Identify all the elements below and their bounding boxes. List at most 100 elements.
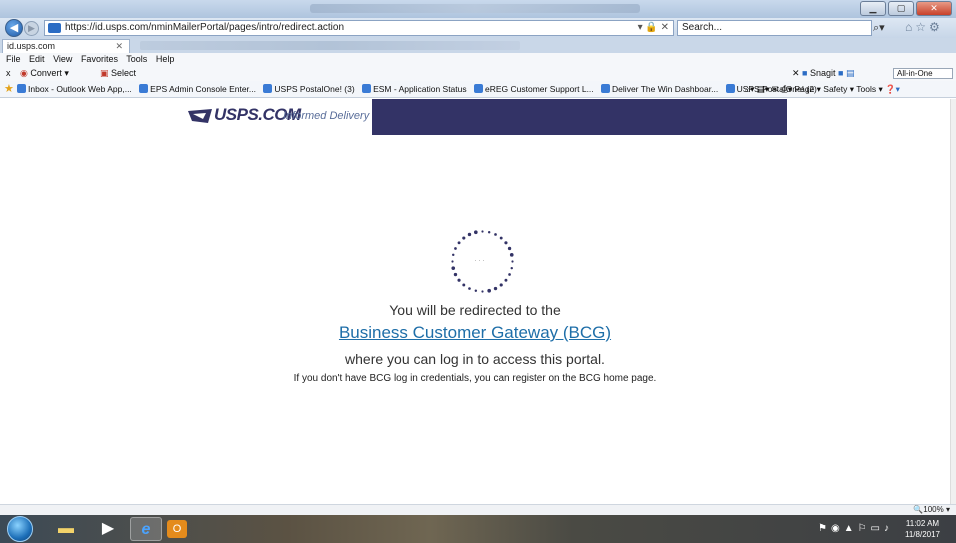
menu-edit[interactable]: Edit	[29, 54, 45, 64]
snagit-capture-icon[interactable]: ■ ▤	[838, 68, 854, 78]
help-icon[interactable]: ❓▾	[885, 84, 900, 94]
favorites-star-icon[interactable]: ★	[4, 81, 14, 97]
favorites-bar: ★ Inbox - Outlook Web App,... EPS Admin …	[0, 81, 956, 98]
select-button[interactable]: ▣ Select	[100, 66, 136, 81]
spinner-dot	[487, 288, 491, 293]
redirect-message-2: where you can log in to access this port…	[345, 351, 605, 367]
spinner-dot	[493, 286, 498, 291]
vertical-scrollbar[interactable]	[950, 99, 956, 504]
spinner-dot	[487, 231, 491, 234]
menu-bar: File Edit View Favorites Tools Help	[0, 53, 956, 66]
favorites-list: Inbox - Outlook Web App,... EPS Admin Co…	[17, 81, 822, 97]
zoom-level: 100%	[923, 505, 944, 514]
favorite-link[interactable]: Deliver The Win Dashboar...	[601, 84, 718, 94]
tab-title: id.usps.com	[7, 41, 56, 51]
minimize-button[interactable]: ▁	[860, 1, 886, 16]
clock[interactable]: 11:02 AM 11/8/2017	[905, 518, 940, 540]
clock-date: 11/8/2017	[905, 530, 940, 539]
ie-page-icon	[601, 84, 611, 93]
tools-menu[interactable]: Tools ▾	[856, 84, 882, 94]
select-icon: ▣	[100, 68, 109, 78]
forward-button[interactable]: ▶	[24, 21, 39, 36]
maximize-button[interactable]: ▢	[888, 1, 914, 16]
favorite-link[interactable]: USPS PostalOne! (3)	[263, 84, 355, 94]
home-favorites-settings-icons[interactable]: ⌂☆⚙	[905, 20, 943, 34]
safety-menu[interactable]: Safety ▾	[823, 84, 854, 94]
spinner-dot	[462, 283, 466, 287]
ie-page-icon	[139, 84, 149, 93]
ie-page-icon	[17, 84, 26, 93]
tab-close-icon[interactable]: ✕	[115, 40, 123, 52]
menu-tools[interactable]: Tools	[126, 54, 147, 64]
menu-help[interactable]: Help	[156, 54, 175, 64]
ie-page-icon	[362, 84, 372, 93]
favorite-link[interactable]: EPS Admin Console Enter...	[139, 84, 256, 94]
back-button[interactable]: ◀	[5, 19, 23, 37]
status-bar: 🔍100% ▾	[0, 504, 956, 515]
spinner-dot	[508, 273, 511, 276]
spinner-dot	[468, 287, 471, 290]
home-icon[interactable]: ⌂▾	[745, 84, 754, 94]
print-icon[interactable]: ⎙▾	[781, 84, 792, 94]
spinner-dot	[481, 230, 484, 233]
spinner-dot	[451, 260, 454, 263]
close-button[interactable]: ✕	[916, 1, 952, 16]
command-bar-close[interactable]: x	[6, 66, 11, 81]
snagit-button[interactable]: Snagit	[810, 68, 836, 78]
outlook-icon[interactable]: O	[167, 520, 187, 538]
usps-logo[interactable]: USPS.COM Informed Delivery	[174, 99, 372, 135]
command-bar: x ◉ Convert ▾ ▣ Select ✕ ■ Snagit ■ ▤ Al…	[0, 66, 956, 81]
internet-explorer-icon[interactable]: e	[130, 517, 162, 541]
spinner-dot	[507, 246, 512, 251]
feeds-icon[interactable]: ▤▾	[757, 84, 769, 94]
bcg-link-text[interactable]: Business Customer Gateway (BCG)	[339, 323, 611, 342]
capture-mode-select[interactable]: All-in-One	[893, 68, 953, 79]
spinner-dot	[481, 290, 484, 293]
ie-page-icon	[725, 84, 735, 93]
file-explorer-icon[interactable]: ▬	[50, 517, 82, 541]
system-tray[interactable]: ⚑◉▲⚐▭♪	[818, 523, 893, 534]
favorite-link[interactable]: ESM - Application Status	[362, 84, 467, 94]
convert-button[interactable]: ◉ Convert ▾	[20, 66, 69, 81]
menu-favorites[interactable]: Favorites	[81, 54, 118, 64]
select-label: Select	[111, 68, 137, 78]
convert-icon: ◉	[20, 68, 28, 78]
spinner-dot	[499, 236, 503, 240]
convert-label: Convert ▾	[30, 68, 69, 78]
address-bar-row: ◀ ▶ https://id.usps.com/nminMailerPortal…	[0, 18, 956, 38]
ie-page-icon	[474, 84, 483, 93]
zoom-control[interactable]: 🔍100% ▾	[913, 505, 950, 515]
spinner-dot	[511, 260, 514, 263]
bcg-link: Business Customer Gateway (BCG)	[0, 323, 950, 343]
spinner-dot	[457, 278, 461, 282]
start-button[interactable]	[7, 516, 33, 542]
address-bar[interactable]: https://id.usps.com/nminMailerPortal/pag…	[44, 20, 674, 36]
tab-active[interactable]: id.usps.com ✕	[2, 39, 130, 53]
favorite-link[interactable]: eREG Customer Support L...	[474, 84, 594, 94]
register-note: If you don't have BCG log in credentials…	[293, 373, 657, 384]
favorite-link[interactable]: Inbox - Outlook Web App,...	[17, 84, 132, 94]
spinner-dot	[494, 233, 497, 236]
media-player-icon[interactable]: ▶	[92, 517, 124, 541]
site-favicon-icon	[48, 23, 61, 33]
taskbar: ▬ ▶ e O ⚑◉▲⚐▭♪ 11:02 AM 11/8/2017	[0, 515, 956, 543]
tab-row-blurred	[140, 41, 520, 50]
spinner-dot	[457, 241, 461, 245]
search-input[interactable]: Search...	[677, 20, 872, 36]
spinner-dot	[504, 241, 508, 245]
zoom-icon: 🔍	[913, 505, 924, 514]
page-content: USPS.COM Informed Delivery ··· You will …	[0, 99, 950, 504]
spinner-dot	[454, 247, 457, 250]
mail-icon[interactable]: ✉	[771, 84, 778, 94]
window-controls: ▁ ▢ ✕	[860, 1, 952, 16]
tab-row: id.usps.com ✕	[0, 38, 956, 53]
spinner-dot	[474, 230, 478, 235]
menu-file[interactable]: File	[6, 54, 21, 64]
menu-view[interactable]: View	[53, 54, 72, 64]
search-icon[interactable]: ⌕▾	[873, 21, 885, 35]
page-menu[interactable]: Page ▾	[794, 84, 820, 94]
spinner-dot	[467, 232, 472, 237]
spinner-dot	[462, 236, 466, 240]
screen: ▁ ▢ ✕ ◀ ▶ https://id.usps.com/nminMailer…	[0, 0, 956, 543]
address-controls[interactable]: ▾ 🔒 ✕	[638, 21, 669, 35]
